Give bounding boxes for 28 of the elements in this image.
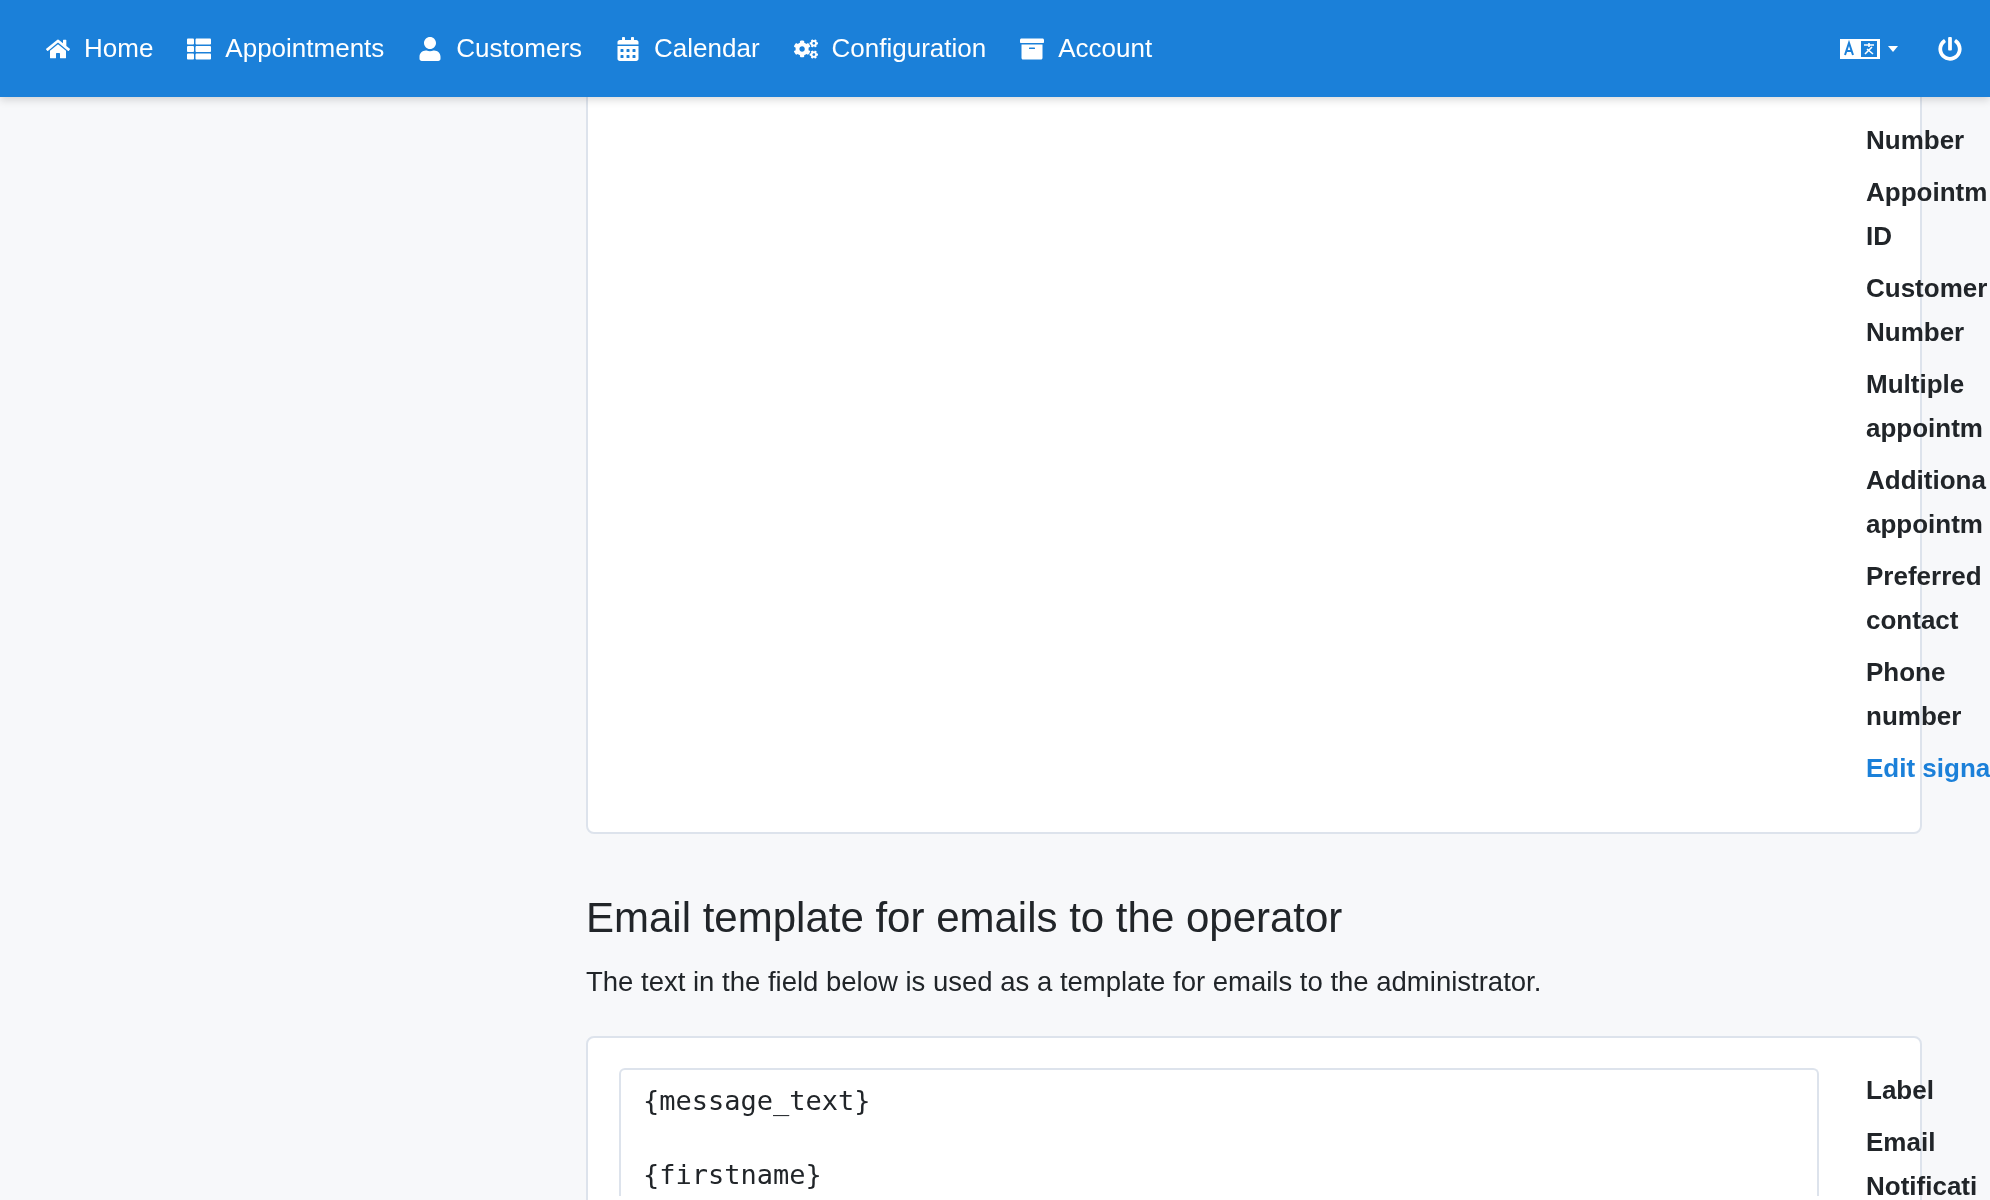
edit-signature-link[interactable]: Edit signa [1866, 746, 1990, 790]
nav-link[interactable]: Calendar [616, 33, 760, 64]
nav-link[interactable]: Home [46, 33, 154, 64]
gears-icon [793, 36, 818, 61]
archive-box-icon [1020, 36, 1045, 61]
placeholder-label: Label [1866, 1074, 1935, 1107]
placeholder-label: Email Notificati [1866, 1126, 1979, 1200]
section-description: The text in the field below is used as a template for emails to the administrator. [586, 965, 1543, 999]
placeholder-label: Customer Number [1866, 272, 1989, 349]
user-icon [418, 36, 443, 61]
placeholder-label: Number [1866, 124, 1966, 157]
calendar-icon [616, 36, 641, 61]
placeholder-label: Multiple appointm [1866, 368, 1984, 445]
nav-link[interactable]: Appointments [187, 33, 385, 64]
template-textarea[interactable]: {message_text} {firstname} [619, 1068, 1819, 1196]
logout-button[interactable] [1938, 36, 1962, 61]
section-heading: Email template for emails to the operator [586, 894, 1344, 942]
nav-link[interactable]: Configuration [793, 33, 987, 64]
placeholder-label: Preferred contact [1866, 560, 1983, 637]
list-icon [187, 36, 212, 61]
placeholder-label: Additiona appointm [1866, 464, 1987, 541]
placeholder-label: Phone number [1866, 656, 1963, 733]
language-icon [1840, 36, 1880, 61]
nav-link[interactable]: Customers [418, 33, 583, 64]
language-button[interactable] [1840, 36, 1898, 61]
nav-link[interactable]: Account [1020, 33, 1153, 64]
placeholder-label: Appointm ID [1866, 176, 1989, 253]
caret-icon [1888, 45, 1898, 52]
